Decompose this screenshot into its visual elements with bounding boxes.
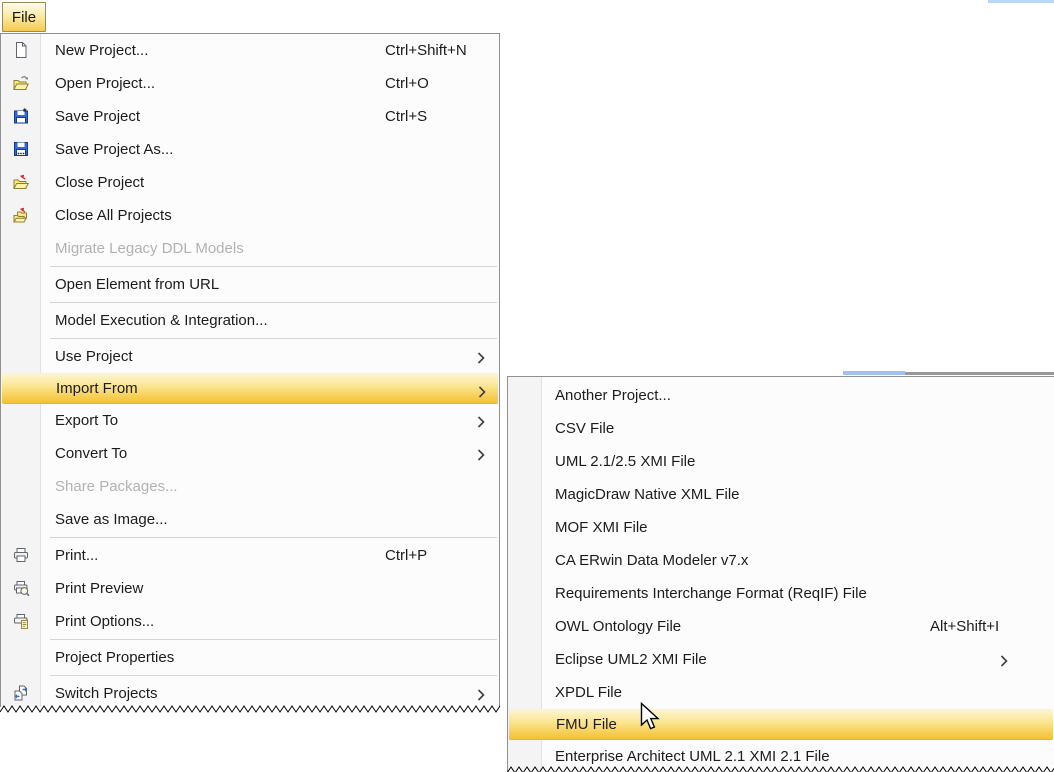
menu-item-mof-xmi-file[interactable]: MOF XMI File bbox=[508, 511, 1054, 544]
menu-item-close-all-projects[interactable]: Close All Projects bbox=[1, 199, 499, 232]
menu-item-label: Use Project bbox=[55, 348, 133, 365]
menu-separator bbox=[50, 537, 497, 538]
submenu-chevron-icon bbox=[477, 415, 485, 432]
submenu-chevron-icon bbox=[477, 448, 485, 465]
menu-item-label: Print... bbox=[55, 547, 99, 564]
menu-item-project-properties[interactable]: Project Properties bbox=[1, 641, 499, 674]
menu-item-enterprise-architect-uml-2-1-xmi-2-1-file[interactable]: Enterprise Architect UML 2.1 XMI 2.1 Fil… bbox=[508, 740, 1054, 772]
menu-item-label: Share Packages... bbox=[55, 478, 178, 495]
menu-item-shortcut: Ctrl+P bbox=[385, 547, 428, 564]
menu-separator bbox=[50, 266, 497, 267]
menu-item-open-project[interactable]: Open Project... Ctrl+O bbox=[1, 67, 499, 100]
submenu-chevron-icon bbox=[477, 351, 485, 368]
submenu-chevron-icon bbox=[1000, 654, 1008, 671]
menu-item-label: Save Project As... bbox=[55, 141, 174, 158]
print-preview-icon bbox=[12, 579, 30, 597]
menu-item-label: Requirements Interchange Format (ReqIF) … bbox=[555, 585, 867, 602]
file-menu-button[interactable]: File bbox=[2, 2, 46, 32]
menu-item-save-project[interactable]: Save Project Ctrl+S bbox=[1, 100, 499, 133]
menu-separator bbox=[50, 639, 497, 640]
menu-item-label: Save Project bbox=[55, 108, 141, 125]
menu-item-xpdl-file[interactable]: XPDL File bbox=[508, 676, 1054, 709]
menu-item-convert-to[interactable]: Convert To bbox=[1, 437, 499, 470]
menu-item-label: Print Options... bbox=[55, 613, 155, 630]
menu-item-fmu-file[interactable]: FMU File bbox=[509, 709, 1053, 740]
menu-item-model-execution-integration[interactable]: Model Execution & Integration... bbox=[1, 304, 499, 337]
submenu-chevron-icon bbox=[478, 385, 486, 402]
window-fragment-blue bbox=[843, 371, 905, 375]
save-project-icon bbox=[12, 107, 30, 125]
print-options-icon bbox=[12, 612, 30, 630]
menu-item-share-packages: Share Packages... bbox=[1, 470, 499, 503]
menu-item-requirements-interchange-format-reqif-file[interactable]: Requirements Interchange Format (ReqIF) … bbox=[508, 577, 1054, 610]
submenu-chevron-icon bbox=[477, 688, 485, 705]
menu-item-ca-erwin-data-modeler-v7-x[interactable]: CA ERwin Data Modeler v7.x bbox=[508, 544, 1054, 577]
close-all-projects-icon bbox=[12, 206, 30, 224]
menu-item-open-element-from-url[interactable]: Open Element from URL bbox=[1, 268, 499, 301]
menu-item-label: Convert To bbox=[55, 445, 128, 462]
menu-item-label: MOF XMI File bbox=[555, 519, 648, 536]
menu-item-label: Switch Projects bbox=[55, 685, 158, 702]
save-project-as-icon bbox=[12, 140, 30, 158]
window-fragment-top-right bbox=[988, 0, 1054, 3]
file-menu-dropdown: New Project... Ctrl+Shift+N Open Project..… bbox=[0, 33, 502, 720]
menu-separator bbox=[50, 675, 497, 676]
menu-item-label: MagicDraw Native XML File bbox=[555, 486, 740, 503]
screenshot-canvas: File New Project... Ctrl+Shift+N Open Proj… bbox=[0, 0, 1054, 772]
menu-item-label: Close Project bbox=[55, 174, 145, 191]
menu-item-save-as-image[interactable]: Save as Image... bbox=[1, 503, 499, 536]
menu-item-label: Save as Image... bbox=[55, 511, 168, 528]
menu-item-print-options[interactable]: Print Options... bbox=[1, 605, 499, 638]
switch-projects-icon bbox=[12, 684, 30, 702]
menu-item-migrate-legacy-ddl-models: Migrate Legacy DDL Models bbox=[1, 232, 499, 265]
menu-item-label: Migrate Legacy DDL Models bbox=[55, 240, 244, 257]
menu-item-another-project[interactable]: Another Project... bbox=[508, 379, 1054, 412]
menu-item-save-project-as[interactable]: Save Project As... bbox=[1, 133, 499, 166]
import-from-submenu: Another Project... CSV File UML 2.1/2.5 XM… bbox=[507, 376, 1054, 772]
menu-item-label: Enterprise Architect UML 2.1 XMI 2.1 Fil… bbox=[555, 748, 830, 765]
menu-item-label: Export To bbox=[55, 412, 119, 429]
menu-item-new-project[interactable]: New Project... Ctrl+Shift+N bbox=[1, 34, 499, 67]
menu-item-print[interactable]: Print... Ctrl+P bbox=[1, 539, 499, 572]
menu-item-shortcut: Ctrl+Shift+N bbox=[385, 42, 467, 59]
menu-item-csv-file[interactable]: CSV File bbox=[508, 412, 1054, 445]
menu-item-close-project[interactable]: Close Project bbox=[1, 166, 499, 199]
window-fragment-gray bbox=[905, 372, 1054, 375]
menu-item-label: UML 2.1/2.5 XMI File bbox=[555, 453, 696, 470]
close-project-icon bbox=[12, 173, 30, 191]
menu-item-label: Open Project... bbox=[55, 75, 156, 92]
menu-item-import-from[interactable]: Import From bbox=[2, 373, 498, 404]
menu-item-print-preview[interactable]: Print Preview bbox=[1, 572, 499, 605]
menu-item-label: Close All Projects bbox=[55, 207, 172, 224]
open-project-icon bbox=[12, 74, 30, 92]
print-icon bbox=[12, 546, 30, 564]
menu-item-label: Import From bbox=[56, 380, 138, 397]
menu-item-shortcut: Alt+Shift+I bbox=[930, 618, 1000, 635]
menu-item-uml-2-1-2-5-xmi-file[interactable]: UML 2.1/2.5 XMI File bbox=[508, 445, 1054, 478]
menu-item-label: XPDL File bbox=[555, 684, 622, 701]
menu-separator bbox=[50, 338, 497, 339]
menu-item-label: CSV File bbox=[555, 420, 615, 437]
menu-item-export-to[interactable]: Export To bbox=[1, 404, 499, 437]
menu-item-owl-ontology-file[interactable]: OWL Ontology File Alt+Shift+I bbox=[508, 610, 1054, 643]
menu-item-shortcut: Ctrl+O bbox=[385, 75, 429, 92]
menu-separator bbox=[50, 302, 497, 303]
menu-item-magicdraw-native-xml-file[interactable]: MagicDraw Native XML File bbox=[508, 478, 1054, 511]
menu-item-label: CA ERwin Data Modeler v7.x bbox=[555, 552, 749, 569]
new-project-icon bbox=[12, 41, 30, 59]
menu-item-use-project[interactable]: Use Project bbox=[1, 340, 499, 373]
menu-item-label: Model Execution & Integration... bbox=[55, 312, 268, 329]
menu-item-shortcut: Ctrl+S bbox=[385, 108, 428, 125]
menu-item-label: Open Element from URL bbox=[55, 276, 220, 293]
menu-item-label: Eclipse UML2 XMI File bbox=[555, 651, 707, 668]
menu-item-label: OWL Ontology File bbox=[555, 618, 682, 635]
menu-item-eclipse-uml2-xmi-file[interactable]: Eclipse UML2 XMI File bbox=[508, 643, 1054, 676]
menu-item-label: New Project... bbox=[55, 42, 149, 59]
menu-item-label: Print Preview bbox=[55, 580, 144, 597]
menu-item-label: Project Properties bbox=[55, 649, 175, 666]
mouse-cursor bbox=[640, 702, 660, 730]
menu-item-switch-projects[interactable]: Switch Projects bbox=[1, 677, 499, 710]
menu-item-label: Another Project... bbox=[555, 387, 671, 404]
menu-item-label: FMU File bbox=[556, 716, 617, 733]
